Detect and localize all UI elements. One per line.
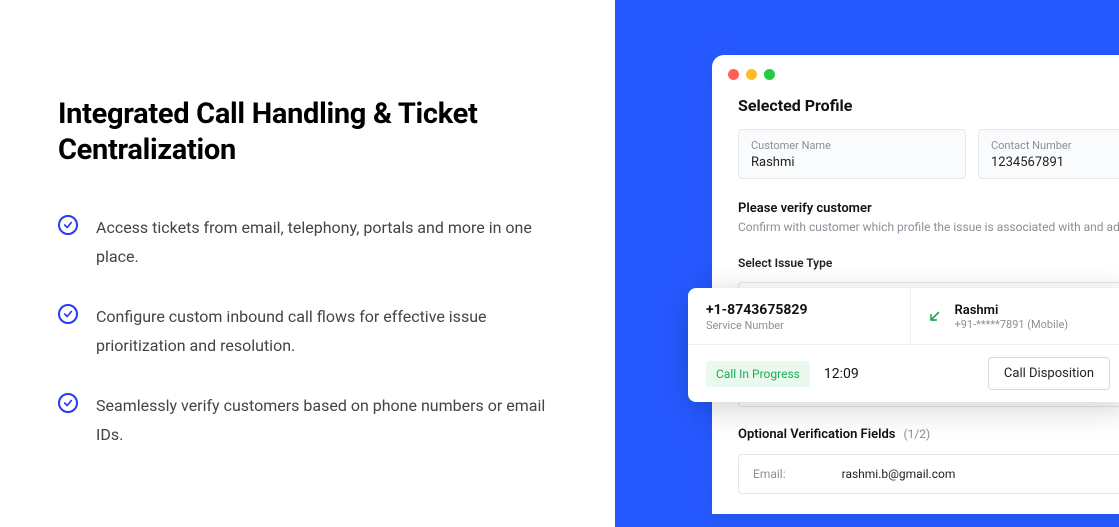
call-card-bottom: Call In Progress 12:09 Call Disposition (688, 345, 1119, 402)
select-issue-label: Select Issue Type (738, 256, 1119, 270)
call-contact-info: Rashmi +91-*****7891 (Mobile) (911, 288, 1119, 344)
call-service-info: +1-8743675829 Service Number (688, 288, 911, 344)
contact-number-value: 1234567891 (991, 155, 1119, 170)
feature-text: Configure custom inbound call flows for … (96, 302, 557, 361)
check-circle-icon (58, 215, 78, 235)
window-minimize-icon[interactable] (746, 69, 757, 80)
customer-name-value: Rashmi (751, 155, 953, 170)
window-close-icon[interactable] (728, 69, 739, 80)
contact-number-masked: +91-*****7891 (Mobile) (955, 318, 1069, 331)
optional-fields-title: Optional Verification Fields (738, 427, 895, 442)
optional-fields-count: (1/2) (903, 427, 930, 441)
call-status-badge: Call In Progress (706, 361, 810, 387)
incoming-call-icon (925, 308, 943, 326)
hero-right-panel: Selected Profile Customer Name Rashmi Co… (615, 0, 1119, 527)
service-number-label: Service Number (706, 319, 892, 332)
email-verification-field[interactable]: Email: rashmi.b@gmail.com (738, 454, 1119, 494)
email-value: rashmi.b@gmail.com (842, 467, 956, 481)
customer-name-label: Customer Name (751, 139, 953, 152)
contact-name: Rashmi (955, 303, 1069, 318)
service-number: +1-8743675829 (706, 302, 892, 318)
feature-text: Access tickets from email, telephony, po… (96, 213, 557, 272)
contact-number-field[interactable]: Contact Number 1234567891 (978, 129, 1119, 179)
window-maximize-icon[interactable] (764, 69, 775, 80)
customer-name-field[interactable]: Customer Name Rashmi (738, 129, 966, 179)
call-overlay-card: +1-8743675829 Service Number Rashmi +91-… (688, 288, 1119, 402)
check-circle-icon (58, 393, 78, 413)
feature-list: Access tickets from email, telephony, po… (58, 213, 557, 451)
feature-item: Configure custom inbound call flows for … (58, 302, 557, 361)
call-timer: 12:09 (824, 366, 974, 382)
window-controls (712, 55, 1119, 90)
optional-fields-header: Optional Verification Fields (1/2) (738, 427, 1119, 442)
contact-number-label: Contact Number (991, 139, 1119, 152)
selected-profile-title: Selected Profile (738, 96, 1119, 115)
profile-fields-row: Customer Name Rashmi Contact Number 1234… (738, 129, 1119, 179)
verify-customer-title: Please verify customer (738, 201, 1119, 216)
feature-text: Seamlessly verify customers based on pho… (96, 391, 557, 450)
feature-item: Access tickets from email, telephony, po… (58, 213, 557, 272)
feature-item: Seamlessly verify customers based on pho… (58, 391, 557, 450)
call-card-top: +1-8743675829 Service Number Rashmi +91-… (688, 288, 1119, 345)
page-heading: Integrated Call Handling & Ticket Centra… (58, 96, 557, 169)
verify-customer-desc: Confirm with customer which profile the … (738, 220, 1119, 234)
email-label: Email: (753, 467, 786, 481)
marketing-left-panel: Integrated Call Handling & Ticket Centra… (0, 0, 615, 527)
call-disposition-button[interactable]: Call Disposition (988, 357, 1110, 390)
app-window: Selected Profile Customer Name Rashmi Co… (712, 55, 1119, 514)
check-circle-icon (58, 304, 78, 324)
